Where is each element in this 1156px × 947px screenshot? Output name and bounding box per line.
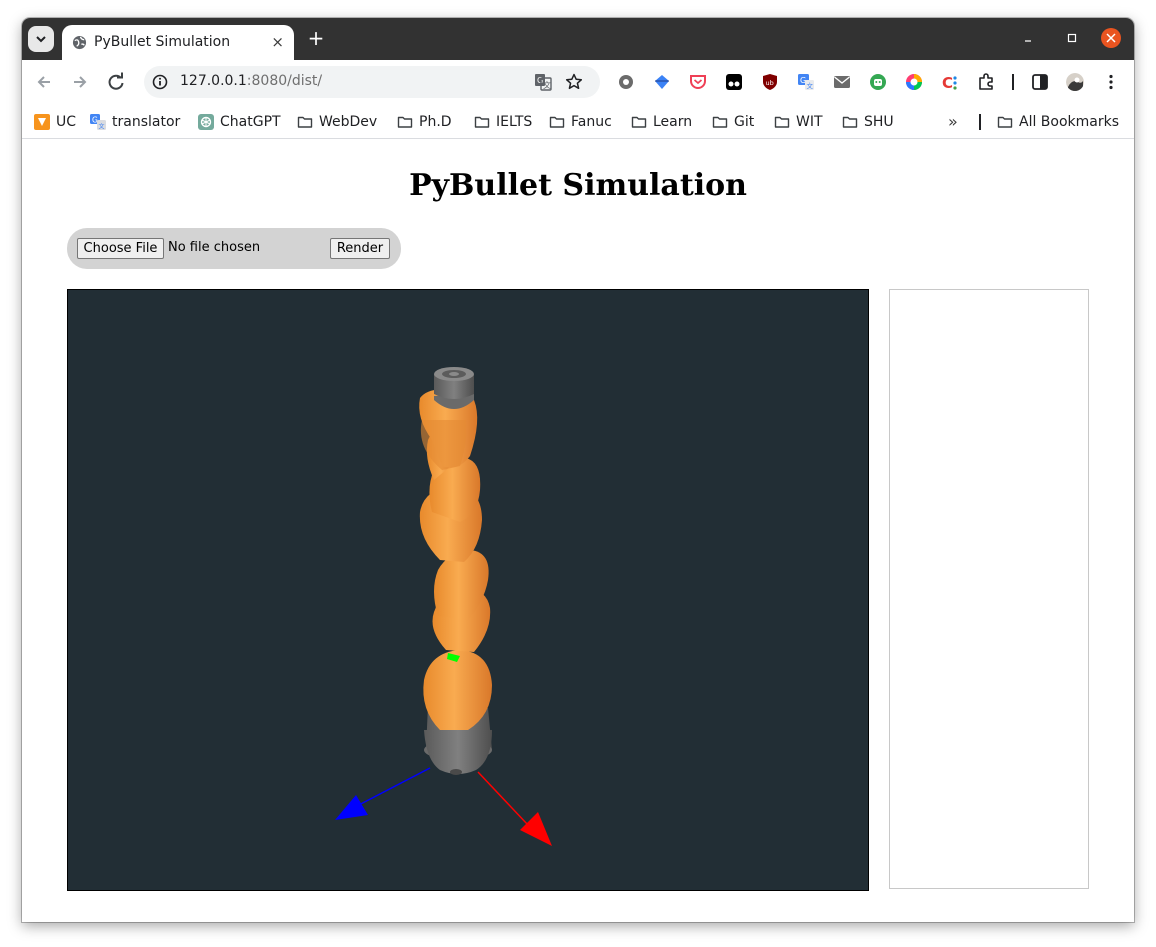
- diamond-extension-icon[interactable]: [653, 73, 671, 91]
- chevron-down-icon: [36, 36, 46, 43]
- uc-icon: [34, 114, 50, 130]
- bookmarks-bar: UC G文 translator ChatGPT WebDev Ph.D IEL…: [22, 104, 1134, 139]
- bookmark-label: translator: [112, 114, 181, 130]
- folder-icon: [397, 116, 413, 128]
- url-path: :8080/dist/: [246, 73, 323, 89]
- svg-text:文: 文: [99, 123, 105, 131]
- back-arrow-icon[interactable]: [32, 70, 56, 94]
- bookmark-folder-git[interactable]: Git: [712, 112, 754, 132]
- google-translate-icon: G文: [90, 114, 106, 130]
- site-info-icon[interactable]: [152, 74, 168, 90]
- bookmark-label: ChatGPT: [220, 114, 281, 130]
- chatgpt-icon: [198, 114, 214, 130]
- code-extension-icon[interactable]: C: [941, 73, 959, 91]
- bookmark-label: IELTS: [496, 114, 533, 130]
- svg-text:C: C: [942, 74, 953, 91]
- folder-icon: [474, 116, 490, 128]
- bookmark-star-icon[interactable]: [565, 73, 583, 91]
- bookmark-folder-ielts[interactable]: IELTS: [474, 112, 532, 132]
- file-status-text: No file chosen: [168, 240, 261, 255]
- minimize-icon[interactable]: [1020, 30, 1036, 46]
- folder-icon: [774, 116, 790, 128]
- bookmark-label: Ph.D: [419, 114, 452, 130]
- side-panel: [889, 289, 1089, 889]
- close-tab-icon[interactable]: ×: [271, 33, 284, 51]
- folder-icon: [631, 116, 647, 128]
- folder-icon: [549, 116, 565, 128]
- render-button[interactable]: Render: [330, 238, 390, 259]
- forward-arrow-icon[interactable]: [68, 70, 92, 94]
- toolbar-divider: [1012, 74, 1014, 90]
- tab-search-button[interactable]: [28, 26, 54, 52]
- mail-icon[interactable]: [833, 73, 851, 91]
- pocket-icon[interactable]: [689, 73, 707, 91]
- bookmark-label: UC: [56, 114, 77, 130]
- folder-icon: [712, 116, 728, 128]
- tab-title: PyBullet Simulation: [94, 34, 231, 50]
- all-bookmarks-button[interactable]: All Bookmarks: [997, 112, 1119, 132]
- simulation-viewport[interactable]: [67, 289, 869, 891]
- address-bar[interactable]: 127.0.0.1:8080/dist/ G文: [144, 66, 600, 98]
- maximize-icon[interactable]: [1064, 30, 1080, 46]
- bookmark-uc[interactable]: UC: [34, 112, 76, 132]
- new-tab-button[interactable]: +: [304, 26, 328, 50]
- navigation-toolbar: 127.0.0.1:8080/dist/ G文 ub G文 C: [22, 60, 1134, 104]
- title-bar: PyBullet Simulation × +: [22, 18, 1134, 60]
- bookmark-translator[interactable]: G文 translator: [90, 112, 180, 132]
- reload-icon[interactable]: [104, 70, 128, 94]
- more-options-icon[interactable]: [1102, 73, 1120, 91]
- bookmark-folder-webdev[interactable]: WebDev: [297, 112, 377, 132]
- robot-arm: [419, 389, 492, 730]
- robot-scene: [335, 367, 552, 846]
- close-window-button[interactable]: [1101, 28, 1121, 48]
- page-content: PyBullet Simulation Choose File No file …: [22, 140, 1134, 922]
- tampermonkey-icon[interactable]: [725, 73, 743, 91]
- end-effector-flange: [434, 367, 474, 409]
- android-robot-icon[interactable]: [869, 73, 887, 91]
- bookmark-folder-phd[interactable]: Ph.D: [397, 112, 452, 132]
- color-picker-icon[interactable]: [905, 73, 923, 91]
- all-bookmarks-label: All Bookmarks: [1019, 114, 1120, 130]
- settings-extension-icon[interactable]: [617, 73, 635, 91]
- file-controls: Choose File No file chosen Render: [67, 228, 401, 269]
- svg-text:文: 文: [807, 81, 814, 90]
- translate-icon[interactable]: G文: [534, 73, 552, 91]
- close-icon: [1106, 33, 1116, 43]
- google-translate-extension-icon[interactable]: G文: [797, 73, 815, 91]
- browser-window: PyBullet Simulation × + 127.0.0.1:8080/d…: [22, 18, 1134, 922]
- globe-icon: [72, 35, 87, 50]
- bookmark-folder-shu[interactable]: SHU: [842, 112, 894, 132]
- bookmark-label: Learn: [653, 114, 693, 130]
- bookmarks-divider: [979, 114, 981, 130]
- ublock-origin-icon[interactable]: ub: [761, 73, 779, 91]
- svg-text:ub: ub: [766, 79, 774, 87]
- bookmark-label: Fanuc: [571, 114, 612, 130]
- bookmark-label: WebDev: [319, 114, 378, 130]
- bookmark-label: SHU: [864, 114, 894, 130]
- bookmark-folder-fanuc[interactable]: Fanuc: [549, 112, 612, 132]
- side-panel-icon[interactable]: [1031, 73, 1049, 91]
- bookmark-folder-wit[interactable]: WIT: [774, 112, 823, 132]
- active-tab[interactable]: PyBullet Simulation ×: [62, 25, 294, 60]
- bookmark-folder-learn[interactable]: Learn: [631, 112, 692, 132]
- choose-file-button[interactable]: Choose File: [77, 238, 164, 259]
- extensions-puzzle-icon[interactable]: [977, 73, 995, 91]
- url-host: 127.0.0.1: [180, 73, 247, 89]
- bookmark-label: Git: [734, 114, 755, 130]
- svg-text:文: 文: [543, 80, 551, 90]
- more-bookmarks-chevron-icon[interactable]: »: [948, 112, 958, 131]
- folder-icon: [842, 116, 858, 128]
- page-title: PyBullet Simulation: [409, 168, 747, 203]
- profile-avatar[interactable]: [1066, 73, 1084, 91]
- url-text: 127.0.0.1:8080/dist/: [180, 73, 322, 89]
- bookmark-label: WIT: [796, 114, 823, 130]
- folder-icon: [997, 116, 1013, 128]
- bookmark-chatgpt[interactable]: ChatGPT: [198, 112, 281, 132]
- z-axis-arrow: [335, 767, 431, 820]
- folder-icon: [297, 116, 313, 128]
- x-axis-arrow: [477, 771, 552, 846]
